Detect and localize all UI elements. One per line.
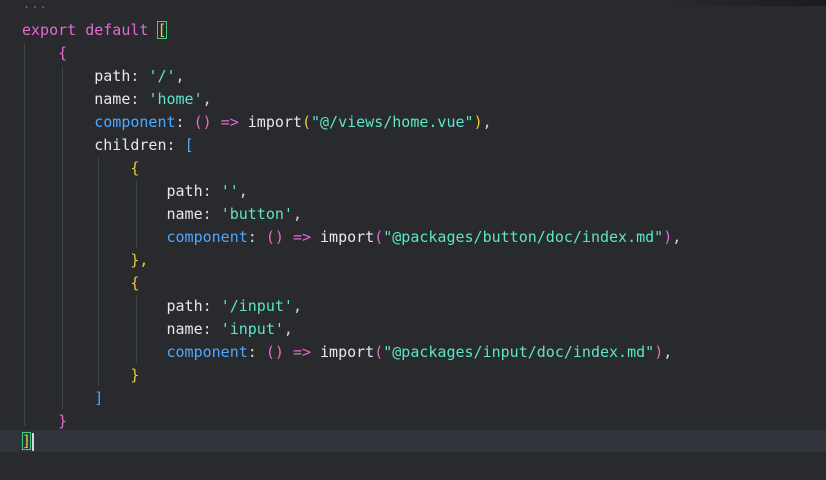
- array-open-bracket: [: [157, 21, 167, 39]
- array-close-bracket: ]: [22, 432, 32, 450]
- code-line-12[interactable]: {: [22, 272, 139, 294]
- path-key: path: [94, 67, 131, 85]
- component-key: component: [166, 343, 248, 361]
- code-line-8[interactable]: path: '',: [22, 180, 248, 202]
- code-line-14[interactable]: name: 'input',: [22, 318, 293, 340]
- object-close-brace: }: [58, 412, 68, 430]
- code-line-15[interactable]: component: () => import("@packages/input…: [22, 341, 673, 363]
- code-line-9[interactable]: name: 'button',: [22, 203, 302, 225]
- name-value: 'home': [148, 90, 203, 108]
- import-keyword: import: [320, 228, 375, 246]
- scroll-shadow: [666, 0, 826, 6]
- name-value: 'button': [220, 205, 293, 223]
- code-line-5[interactable]: component: () => import("@/views/home.vu…: [22, 111, 491, 133]
- code-line-17[interactable]: ]: [22, 387, 103, 409]
- export-default-keyword: export default: [22, 21, 149, 39]
- code-line-16[interactable]: }: [22, 364, 139, 386]
- child-close-brace: },: [130, 251, 149, 269]
- child-open-brace: {: [130, 274, 140, 292]
- child-open-brace: {: [130, 159, 140, 177]
- component-key: component: [94, 113, 176, 131]
- name-key: name: [166, 205, 203, 223]
- component-key: component: [166, 228, 248, 246]
- children-key: children: [94, 136, 167, 154]
- fold-marker[interactable]: ...: [23, 0, 48, 11]
- object-open-brace: {: [58, 44, 68, 62]
- path-value: '': [220, 182, 239, 200]
- code-line-3[interactable]: path: '/',: [22, 65, 184, 87]
- code-line-2[interactable]: {: [22, 42, 67, 64]
- children-open-bracket: [: [184, 136, 194, 154]
- import-keyword: import: [320, 343, 375, 361]
- name-key: name: [94, 90, 131, 108]
- code-line-19-current[interactable]: ]: [0, 430, 826, 452]
- path-key: path: [166, 297, 203, 315]
- children-close-bracket: ]: [94, 389, 104, 407]
- code-line-6[interactable]: children: [: [22, 134, 194, 156]
- name-value: 'input': [220, 320, 284, 338]
- child-close-brace: }: [130, 366, 140, 384]
- code-line-11[interactable]: },: [22, 249, 148, 271]
- text-cursor: [32, 432, 35, 451]
- import-path: "@packages/button/doc/index.md": [383, 228, 664, 246]
- code-line-18[interactable]: }: [22, 410, 67, 432]
- code-line-4[interactable]: name: 'home',: [22, 88, 211, 110]
- code-line-13[interactable]: path: '/input',: [22, 295, 302, 317]
- import-keyword: import: [247, 113, 302, 131]
- code-line-10[interactable]: component: () => import("@packages/butto…: [22, 226, 682, 248]
- import-path: "@packages/input/doc/index.md": [383, 343, 655, 361]
- code-line-7[interactable]: {: [22, 157, 139, 179]
- code-line-1[interactable]: export default [: [22, 19, 167, 41]
- path-value: '/': [148, 67, 176, 85]
- code-editor[interactable]: ... export default [ { path: '/', name: …: [0, 0, 826, 480]
- import-path: "@/views/home.vue": [311, 113, 474, 131]
- name-key: name: [166, 320, 203, 338]
- path-key: path: [166, 182, 203, 200]
- path-value: '/input': [220, 297, 293, 315]
